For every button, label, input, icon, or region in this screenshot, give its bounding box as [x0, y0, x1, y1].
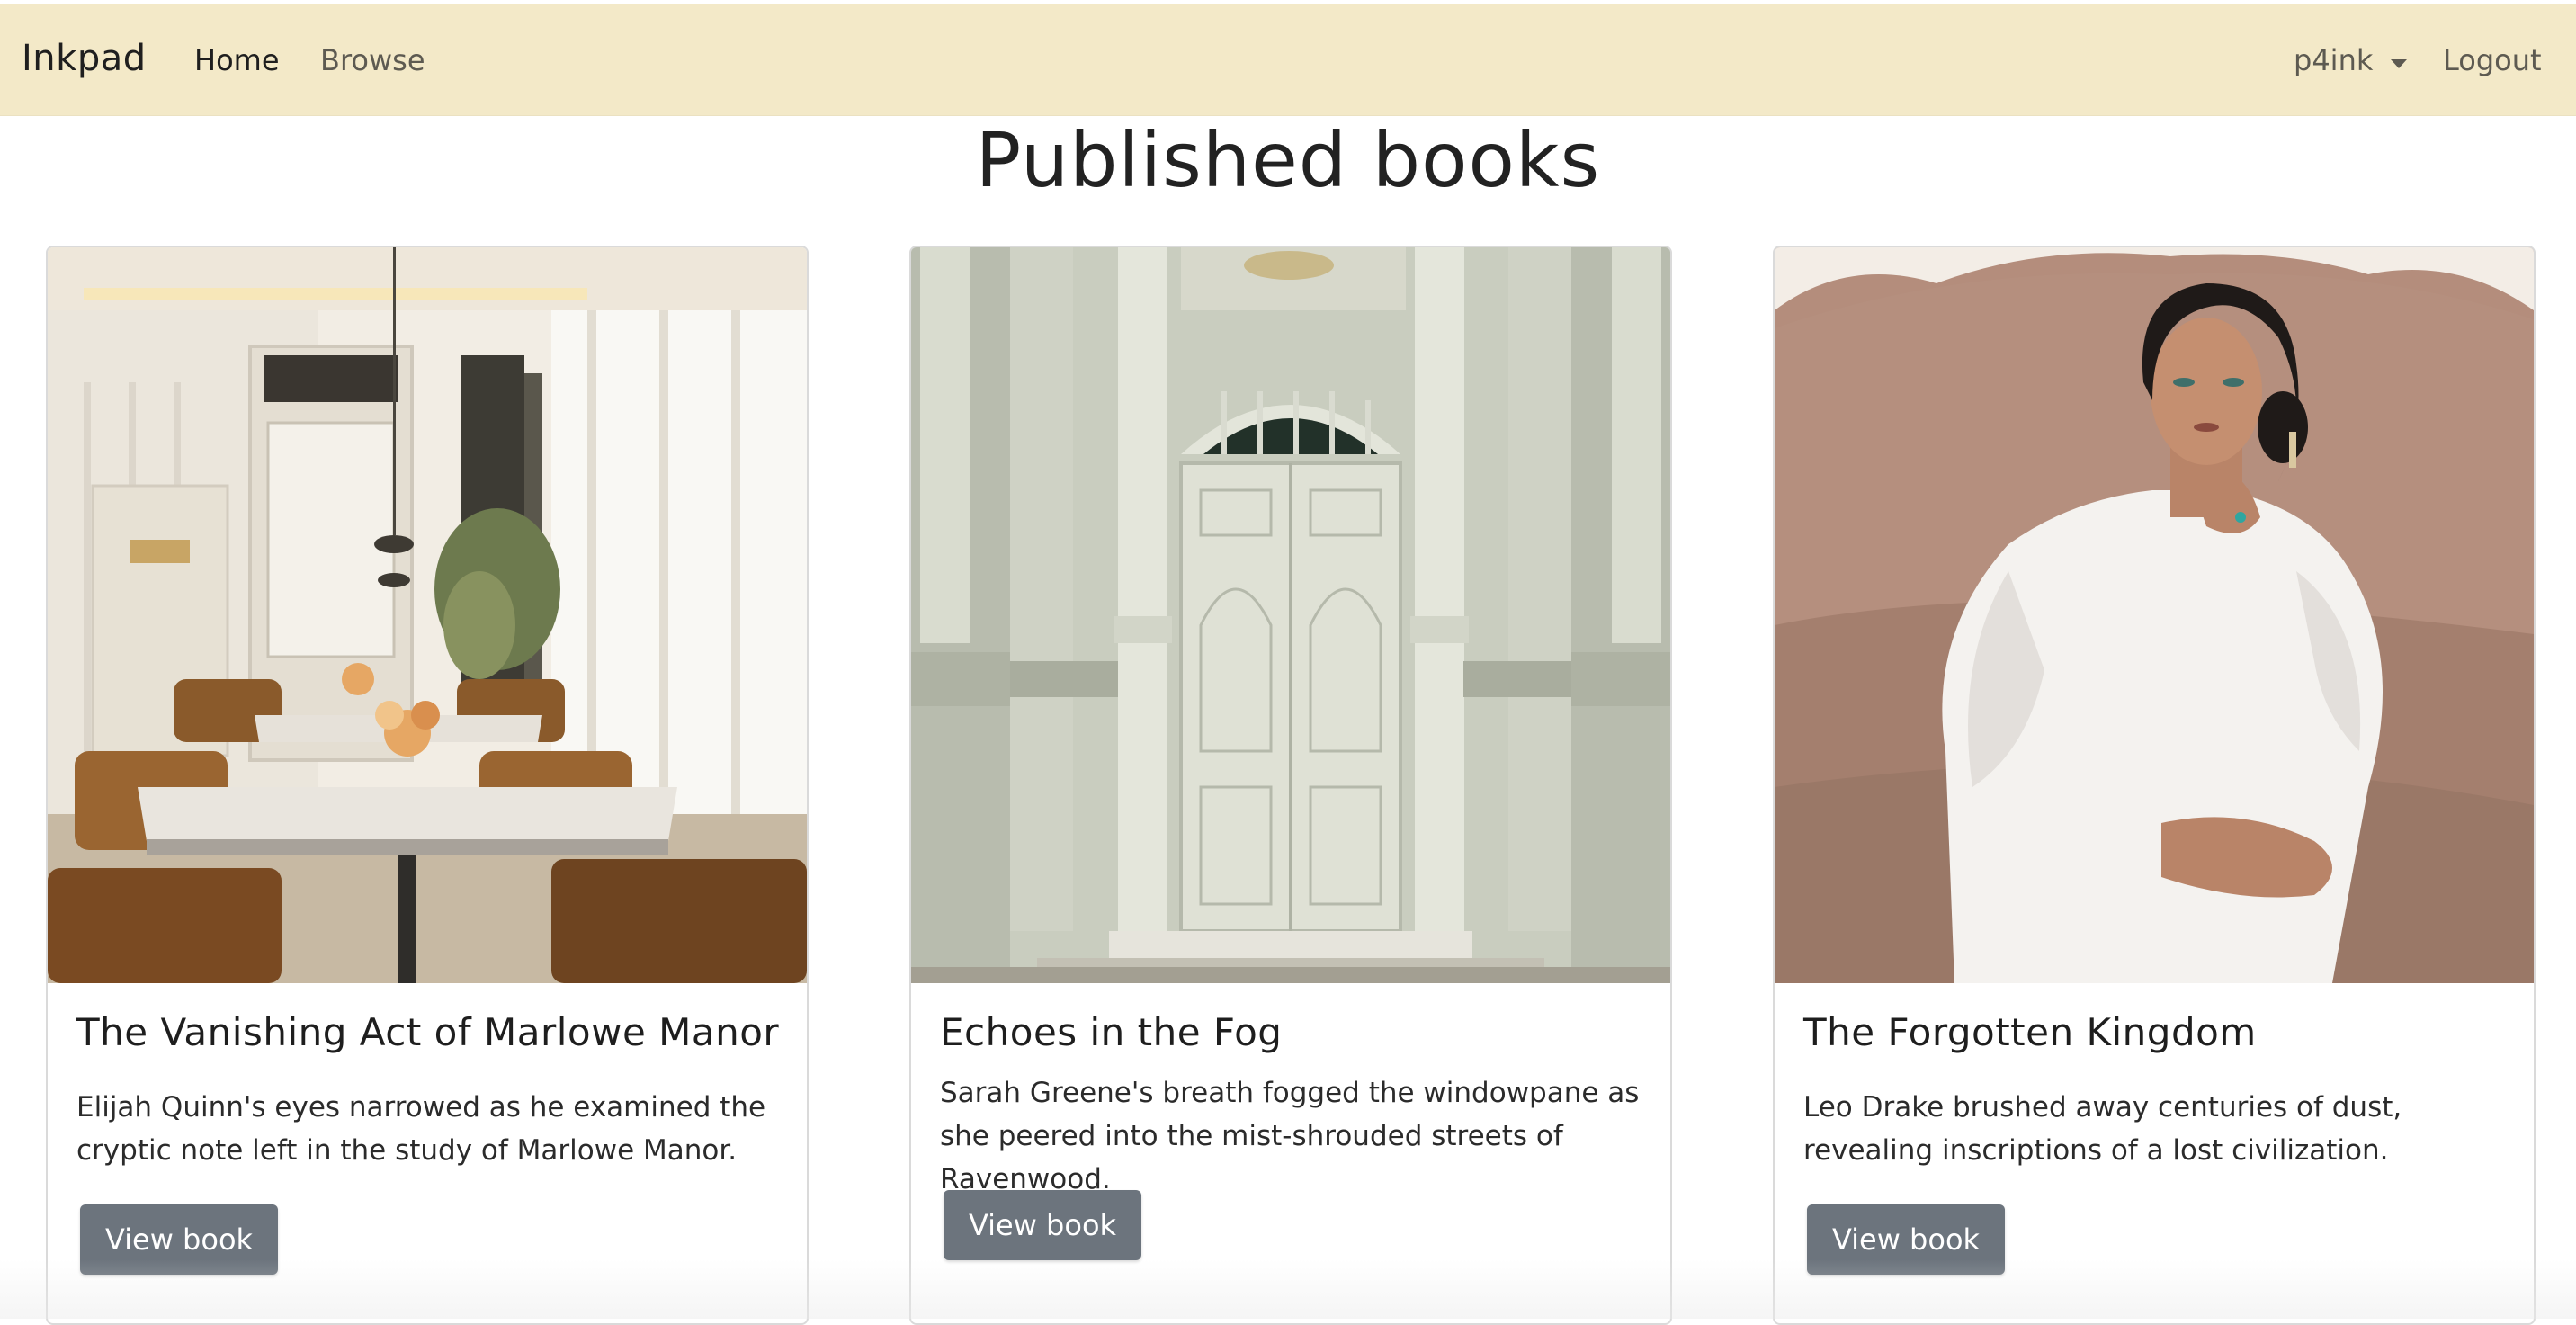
caret-down-icon[interactable] [2391, 59, 2407, 68]
view-book-button[interactable]: View book [944, 1190, 1141, 1260]
book-excerpt: Sarah Greene's breath fogged the windowp… [940, 1077, 1640, 1195]
book-title: The Vanishing Act of Marlowe Manor [76, 1010, 780, 1054]
page-title: Published books [975, 116, 1601, 204]
book-cover-image [48, 247, 807, 983]
book-excerpt: Elijah Quinn's eyes narrowed as he exami… [76, 1091, 766, 1167]
user-menu-toggle[interactable]: p4ink [2294, 43, 2373, 77]
logout-link[interactable]: Logout [2443, 43, 2542, 77]
brand-logo[interactable]: Inkpad [22, 38, 147, 79]
nav-browse-link[interactable]: Browse [320, 43, 425, 77]
book-cover-image [911, 247, 1670, 983]
navbar: Inkpad Home Browse p4ink Logout [0, 4, 2576, 116]
book-card: The Vanishing Act of Marlowe Manor Elija… [46, 246, 809, 1325]
book-title: The Forgotten Kingdom [1803, 1010, 2257, 1054]
nav-home-link[interactable]: Home [194, 43, 280, 77]
book-title: Echoes in the Fog [940, 1010, 1283, 1054]
view-book-button[interactable]: View book [1807, 1204, 2005, 1275]
book-card: Echoes in the Fog Sarah Greene's breath … [909, 246, 1672, 1325]
book-excerpt: Leo Drake brushed away centuries of dust… [1803, 1091, 2402, 1167]
book-card: The Forgotten Kingdom Leo Drake brushed … [1773, 246, 2536, 1325]
book-cover-image [1775, 247, 2534, 983]
view-book-button[interactable]: View book [80, 1204, 278, 1275]
